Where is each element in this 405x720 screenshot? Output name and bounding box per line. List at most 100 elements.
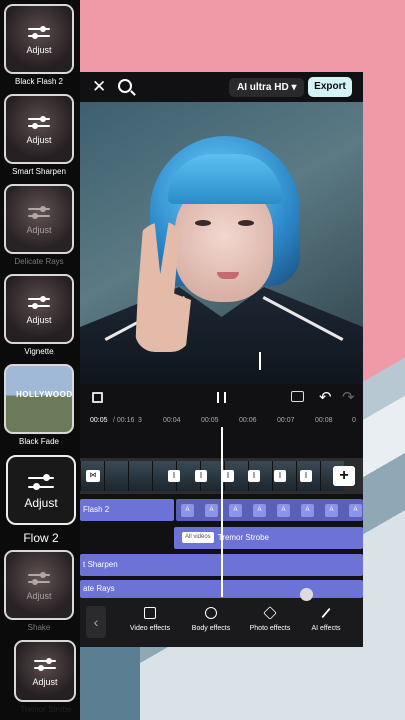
photo-effects-button[interactable]: Photo effects bbox=[240, 606, 300, 632]
preview-mouth bbox=[217, 272, 239, 279]
touch-indicator bbox=[300, 588, 313, 601]
adjust-label: Adjust bbox=[26, 224, 52, 235]
effect-item-delicate-rays[interactable]: Adjust Delicate Rays bbox=[4, 184, 78, 266]
effect-name: Smart Sharpen bbox=[12, 167, 66, 176]
adjust-label: Adjust bbox=[26, 134, 52, 145]
effect-chip[interactable]: A bbox=[253, 504, 266, 517]
add-clip-button[interactable]: + bbox=[333, 466, 355, 486]
preview-eye bbox=[238, 220, 254, 226]
body-effects-icon bbox=[205, 607, 217, 619]
playback-controls: ↶ ↷ bbox=[80, 384, 363, 412]
effect-item-vignette[interactable]: Adjust Vignette bbox=[4, 274, 78, 356]
chevron-left-icon[interactable]: ‹ bbox=[86, 606, 106, 638]
effect-thumbnail: Adjust bbox=[4, 550, 74, 620]
effect-item-black-fade[interactable]: HOLLYWOOD Black Fade bbox=[4, 364, 78, 446]
quality-dropdown[interactable]: AI ultra HD ▾ bbox=[229, 78, 305, 97]
effect-name: Vignette bbox=[24, 347, 54, 356]
adjust-label: Adjust bbox=[26, 590, 52, 601]
effect-name: Shake bbox=[27, 623, 51, 632]
effect-chip[interactable]: A bbox=[349, 504, 362, 517]
effect-track-chips[interactable]: A A A A A A A A bbox=[176, 499, 363, 521]
effects-panel: Adjust Black Flash 2 Adjust Smart Sharpe… bbox=[0, 0, 80, 720]
body-effects-button[interactable]: Body effects bbox=[181, 607, 241, 632]
adjust-label: Adjust bbox=[32, 676, 58, 687]
video-effects-button[interactable]: Video effects bbox=[120, 607, 180, 632]
ruler-tick: 00:04 bbox=[163, 417, 181, 424]
ruler-tick: 00:07 bbox=[277, 417, 295, 424]
close-icon[interactable]: ✕ bbox=[92, 78, 106, 95]
top-bar: ✕ AI ultra HD ▾ Export bbox=[80, 72, 363, 102]
search-icon[interactable] bbox=[118, 79, 132, 93]
effect-thumbnail-selected: Adjust bbox=[6, 455, 76, 525]
text-cursor bbox=[259, 352, 261, 370]
ruler-tick: 00:05 bbox=[201, 417, 219, 424]
effect-name: Black Flash 2 bbox=[14, 77, 64, 86]
effect-item-tremor-strobe[interactable]: Adjust Tremor Strobe bbox=[14, 640, 88, 714]
effect-track-tremor-strobe[interactable]: All videos Tremor Strobe bbox=[174, 527, 363, 549]
effect-item-black-flash-2[interactable]: Adjust Black Flash 2 bbox=[4, 4, 78, 86]
effect-item-shake[interactable]: Adjust Shake bbox=[4, 550, 78, 632]
adjust-icon bbox=[28, 570, 50, 588]
export-button[interactable]: Export bbox=[308, 77, 352, 97]
transition-icon[interactable]: I bbox=[195, 470, 207, 482]
transition-icon[interactable]: I bbox=[248, 470, 260, 482]
adjust-label: Adjust bbox=[26, 314, 52, 325]
transition-icon[interactable]: I bbox=[168, 470, 180, 482]
track-label: Tremor Strobe bbox=[217, 533, 269, 542]
effect-item-smart-sharpen[interactable]: Adjust Smart Sharpen bbox=[4, 94, 78, 176]
editor-window: ✕ AI ultra HD ▾ Export ↶ ↷ 00:05 / 00:16… bbox=[80, 72, 363, 647]
adjust-icon bbox=[28, 204, 50, 222]
transition-icon[interactable]: I bbox=[274, 470, 286, 482]
undo-icon[interactable]: ↶ bbox=[319, 388, 332, 406]
compare-icon[interactable] bbox=[291, 391, 304, 402]
video-frame bbox=[104, 461, 128, 491]
effect-thumbnail: Adjust bbox=[4, 274, 74, 344]
effect-chip[interactable]: A bbox=[277, 504, 290, 517]
hollywood-sign-image: HOLLYWOOD bbox=[16, 390, 73, 399]
effect-thumbnail: Adjust bbox=[4, 4, 74, 74]
ai-effects-button[interactable]: AI effects bbox=[296, 607, 356, 632]
preview-eye bbox=[195, 220, 211, 226]
redo-icon[interactable]: ↷ bbox=[342, 388, 355, 406]
playhead[interactable] bbox=[221, 427, 223, 597]
adjust-icon bbox=[28, 294, 50, 312]
effect-name: Tremor Strobe bbox=[20, 705, 72, 714]
adjust-icon bbox=[28, 24, 50, 42]
effect-chip[interactable]: A bbox=[181, 504, 194, 517]
ruler-tick: 0 bbox=[352, 417, 356, 424]
effect-name: Black Fade bbox=[18, 437, 60, 446]
adjust-label: Adjust bbox=[24, 495, 58, 510]
current-time: 00:05 bbox=[90, 417, 108, 424]
effect-item-flow-2[interactable]: Adjust Flow 2 bbox=[6, 455, 80, 545]
effect-track-flash-2[interactable]: Flash 2 bbox=[80, 499, 174, 521]
adjust-icon bbox=[28, 114, 50, 132]
all-videos-badge: All videos bbox=[182, 532, 214, 544]
mute-icon[interactable]: ⋈ bbox=[86, 470, 100, 482]
effect-chip[interactable]: A bbox=[229, 504, 242, 517]
transition-icon[interactable]: I bbox=[300, 470, 312, 482]
ruler-tick: 3 bbox=[138, 417, 142, 424]
effect-chip[interactable]: A bbox=[325, 504, 338, 517]
effect-thumbnail: Adjust bbox=[4, 94, 74, 164]
pause-icon[interactable] bbox=[217, 392, 226, 403]
bottom-toolbar: ‹ Video effects Body effects Photo effec… bbox=[80, 598, 363, 647]
ai-effects-icon bbox=[321, 607, 331, 619]
video-preview[interactable] bbox=[80, 102, 363, 384]
effect-chip[interactable]: A bbox=[301, 504, 314, 517]
ruler-tick: 00:08 bbox=[315, 417, 333, 424]
adjust-label: Adjust bbox=[26, 44, 52, 55]
adjust-icon bbox=[28, 471, 54, 493]
photo-effects-icon bbox=[263, 606, 277, 620]
ruler-tick: 00:06 bbox=[239, 417, 257, 424]
transition-icon[interactable]: I bbox=[222, 470, 234, 482]
effect-name: Flow 2 bbox=[23, 531, 59, 545]
video-effects-icon bbox=[144, 607, 156, 619]
video-frame bbox=[128, 461, 152, 491]
adjust-icon bbox=[34, 656, 56, 674]
effect-name: Delicate Rays bbox=[14, 257, 64, 266]
total-time: / 00:16 bbox=[113, 417, 135, 424]
effect-thumbnail: Adjust bbox=[4, 184, 74, 254]
effect-thumbnail: Adjust bbox=[14, 640, 76, 702]
effect-chip[interactable]: A bbox=[205, 504, 218, 517]
fullscreen-icon[interactable] bbox=[92, 392, 103, 403]
